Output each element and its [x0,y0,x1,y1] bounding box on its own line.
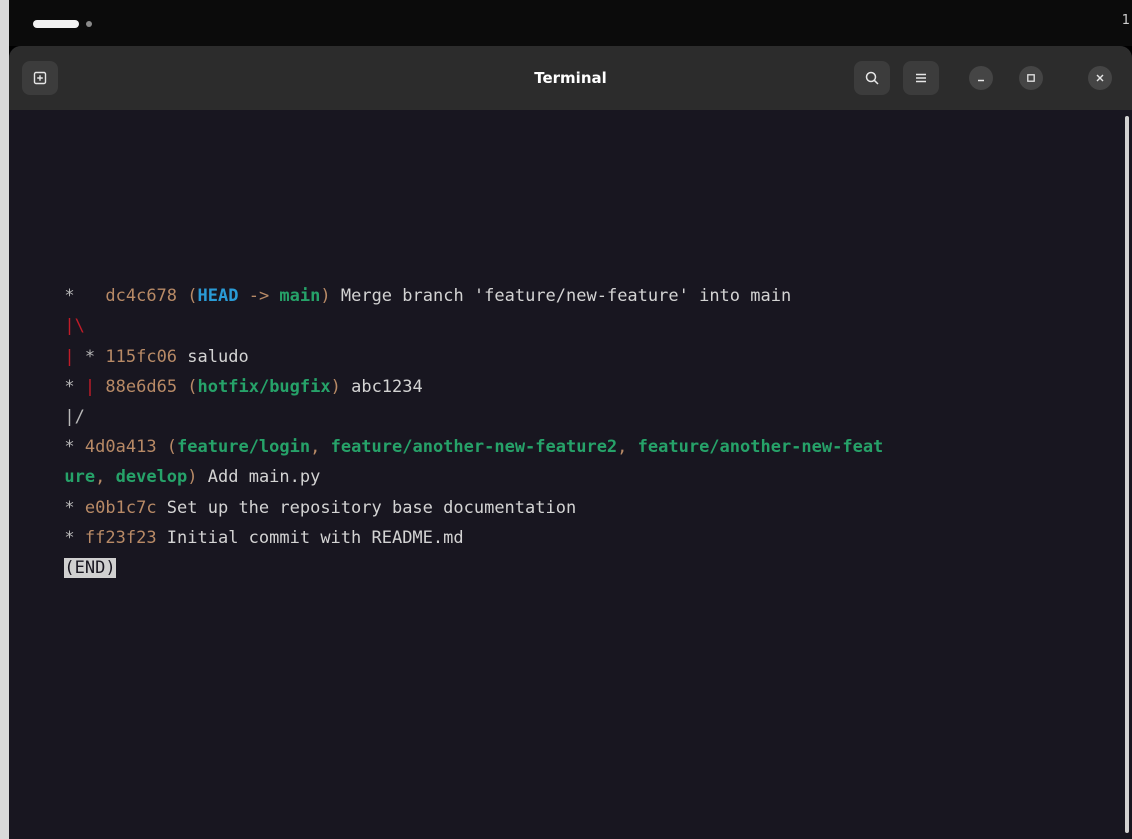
graph-glyph: * [64,497,85,518]
search-icon [865,71,879,85]
commit-message: Add main.py [197,467,321,488]
terminal-output[interactable]: * dc4c678 (HEAD -> main) Merge branch 'f… [3,251,1108,578]
ref-arrow: -> [238,286,280,307]
window-title: Terminal [534,69,607,87]
close-button[interactable] [1088,66,1112,90]
head-ref: HEAD [197,286,239,307]
commit-hash: 115fc06 [105,346,178,367]
branch-ref: hotfix/bugfix [197,376,331,397]
maximize-icon [1027,74,1035,82]
graph-glyph: | [64,346,75,367]
menu-button[interactable] [903,61,939,95]
ref-close-paren: ) [320,286,331,307]
hamburger-menu-icon [916,73,926,83]
log-line: * dc4c678 (HEAD -> main) Merge branch 'f… [3,251,1108,306]
graph-glyph [95,377,105,397]
close-icon [1096,74,1104,82]
commit-hash: 4d0a413 [84,437,157,458]
log-line: | * 115fc06 saludo [3,311,1108,367]
graph-glyph: * [74,346,106,367]
graph-glyph: |\ [64,316,85,337]
branch-ref: ure [64,467,96,488]
search-button[interactable] [854,61,890,95]
graph-glyph: |/ [64,406,85,427]
workspace-indicator-active[interactable] [33,20,79,28]
maximize-button[interactable] [1019,66,1043,90]
pager-end-marker: (END) [64,557,116,578]
graph-glyph: * [64,437,85,458]
workspace-indicator-dot[interactable] [86,21,92,27]
graph-glyph: | [84,376,96,397]
corner-number: 1 [1121,13,1130,28]
log-line: * 4d0a413 (feature/login, feature/anothe… [3,402,1108,457]
commit-message: Initial commit with README.md [156,527,464,548]
commit-message: saludo [177,346,249,367]
commit-hash: ff23f23 [84,527,157,548]
ref-separator: , [310,437,331,458]
ref-separator: , [617,437,638,458]
commit-message: Set up the repository base documentation [156,497,577,518]
branch-ref: feature/another-new-feature2 [330,437,618,458]
ref-open-paren: ( [156,437,178,458]
branch-ref: feature/login [177,437,311,458]
graph-glyph: * [64,286,106,307]
commit-hash: e0b1c7c [84,497,157,518]
ref-open-paren: ( [177,376,198,397]
branch-ref: develop [115,467,188,488]
branch-ref: main [279,286,321,307]
new-tab-button[interactable] [22,61,58,95]
ref-close-paren: ) [187,467,198,488]
ref-open-paren: ( [177,286,198,307]
branch-ref: feature/another-new-feat [637,437,884,458]
terminal-scrollbar[interactable] [1125,116,1129,833]
graph-glyph: * [64,527,85,548]
commit-hash: 88e6d65 [105,376,178,397]
screen: 1 Terminal * dc4c678 (HEAD -> main) Merg… [0,0,1132,839]
commit-message: Merge branch 'feature/new-feature' into … [330,286,792,307]
ref-close-paren: ) [330,376,341,397]
graph-glyph: * [64,376,85,397]
commit-hash: dc4c678 [105,286,178,307]
new-tab-icon [33,71,47,85]
commit-message: abc1234 [340,376,423,397]
system-top-bar: 1 [9,0,1132,46]
ref-separator: , [95,467,116,488]
terminal-headerbar: Terminal [9,46,1132,110]
minimize-icon [978,79,984,82]
minimize-button[interactable] [969,66,993,90]
